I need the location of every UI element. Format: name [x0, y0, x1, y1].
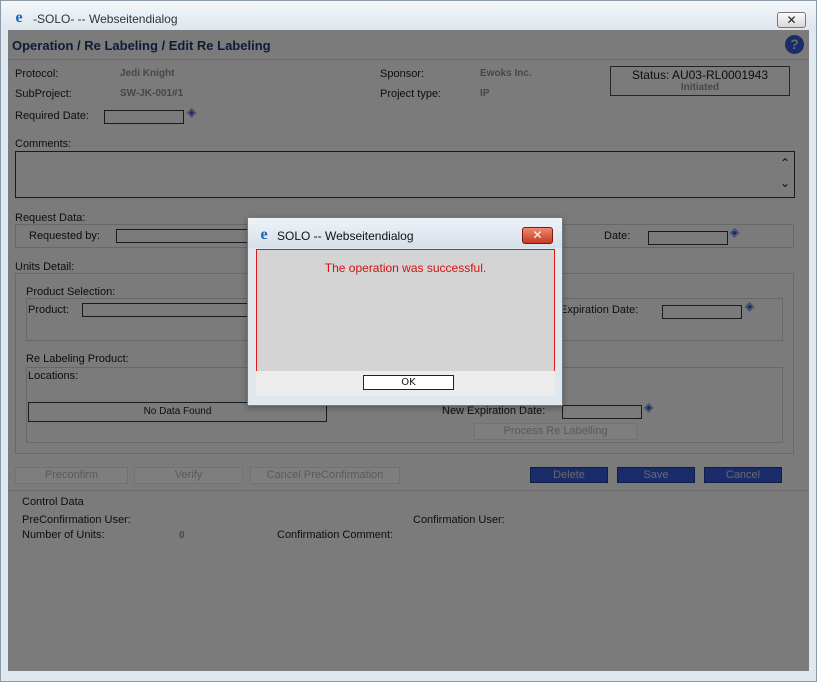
ie-icon: e	[260, 226, 268, 243]
protocol-label: Protocol:	[15, 68, 59, 80]
project-type-label: Project type:	[380, 88, 442, 100]
window-close-button[interactable]: ✕	[777, 12, 806, 28]
calendar-icon[interactable]: ◈	[644, 401, 655, 413]
product-selection-label: Product Selection:	[26, 286, 116, 298]
status-box: Status: AU03-RL0001943 Initiated	[610, 66, 790, 96]
ie-icon: e	[15, 9, 23, 26]
number-of-units-label: Number of Units:	[22, 529, 105, 541]
success-dialog: e SOLO -- Webseitendialog ✕ The operatio…	[247, 217, 563, 406]
request-date-input[interactable]	[648, 231, 728, 245]
save-button[interactable]: Save	[617, 467, 695, 483]
control-data-label: Control Data	[22, 496, 84, 508]
status-state: Initiated	[680, 82, 720, 93]
calendar-icon[interactable]: ◈	[730, 226, 741, 238]
confirmation-comment-label: Confirmation Comment:	[277, 529, 394, 541]
success-message: The operation was successful.	[324, 261, 487, 275]
window-title: -SOLO- -- Webseitendialog	[33, 12, 178, 26]
new-expiration-date-input[interactable]	[562, 405, 642, 419]
preconfirm-button[interactable]: Preconfirm	[15, 467, 128, 484]
process-relabelling-button[interactable]: Process Re Labelling	[474, 423, 637, 440]
scroll-down-icon[interactable]: ⌄	[778, 176, 792, 190]
help-icon[interactable]: ?	[785, 35, 804, 54]
calendar-icon[interactable]: ◈	[745, 300, 756, 312]
status-text: Status: AU03-RL0001943	[631, 68, 769, 82]
actions-divider	[8, 490, 809, 491]
scroll-up-icon[interactable]: ⌃	[778, 156, 792, 170]
dialog-title: SOLO -- Webseitendialog	[277, 229, 414, 243]
cancel-preconfirmation-button[interactable]: Cancel PreConfirmation	[250, 467, 400, 484]
expiration-date-label: Expiration Date:	[560, 304, 639, 316]
product-input[interactable]	[82, 303, 252, 317]
product-label: Product:	[28, 304, 69, 316]
comments-textarea[interactable]: ⌃ ⌄	[15, 151, 795, 198]
requested-by-label: Requested by:	[29, 230, 100, 242]
subproject-label: SubProject:	[15, 88, 72, 100]
title-divider	[8, 59, 809, 60]
delete-button[interactable]: Delete	[530, 467, 608, 483]
dialog-footer: OK	[256, 371, 555, 396]
request-date-label: Date:	[604, 230, 631, 242]
request-data-label: Request Data:	[15, 212, 86, 224]
sponsor-label: Sponsor:	[380, 68, 425, 80]
verify-button[interactable]: Verify	[134, 467, 243, 484]
calendar-icon[interactable]: ◈	[187, 106, 198, 118]
required-date-input[interactable]	[104, 110, 184, 124]
requested-by-input[interactable]	[116, 229, 252, 243]
number-of-units-value: 0	[179, 530, 185, 541]
dialog-body: The operation was successful.	[256, 249, 555, 372]
protocol-value: Jedi Knight	[120, 68, 175, 79]
expiration-date-input[interactable]	[662, 305, 742, 319]
confirmation-user-label: Confirmation User:	[413, 514, 505, 526]
project-type-value: IP	[480, 88, 490, 99]
locations-label: Locations:	[28, 370, 79, 382]
units-detail-label: Units Detail:	[15, 261, 75, 273]
comments-label: Comments:	[15, 138, 72, 150]
cancel-button[interactable]: Cancel	[704, 467, 782, 483]
subproject-value: SW-JK-001#1	[120, 88, 184, 99]
dialog-close-button[interactable]: ✕	[522, 227, 553, 244]
page-title: Operation / Re Labeling / Edit Re Labeli…	[12, 38, 271, 53]
ok-button[interactable]: OK	[363, 375, 454, 390]
sponsor-value: Ewoks Inc.	[480, 68, 532, 79]
required-date-label: Required Date:	[15, 110, 89, 122]
new-expiration-date-label: New Expiration Date:	[442, 405, 546, 417]
preconfirmation-user-label: PreConfirmation User:	[22, 514, 131, 526]
relabeling-product-label: Re Labeling Product:	[26, 353, 129, 365]
